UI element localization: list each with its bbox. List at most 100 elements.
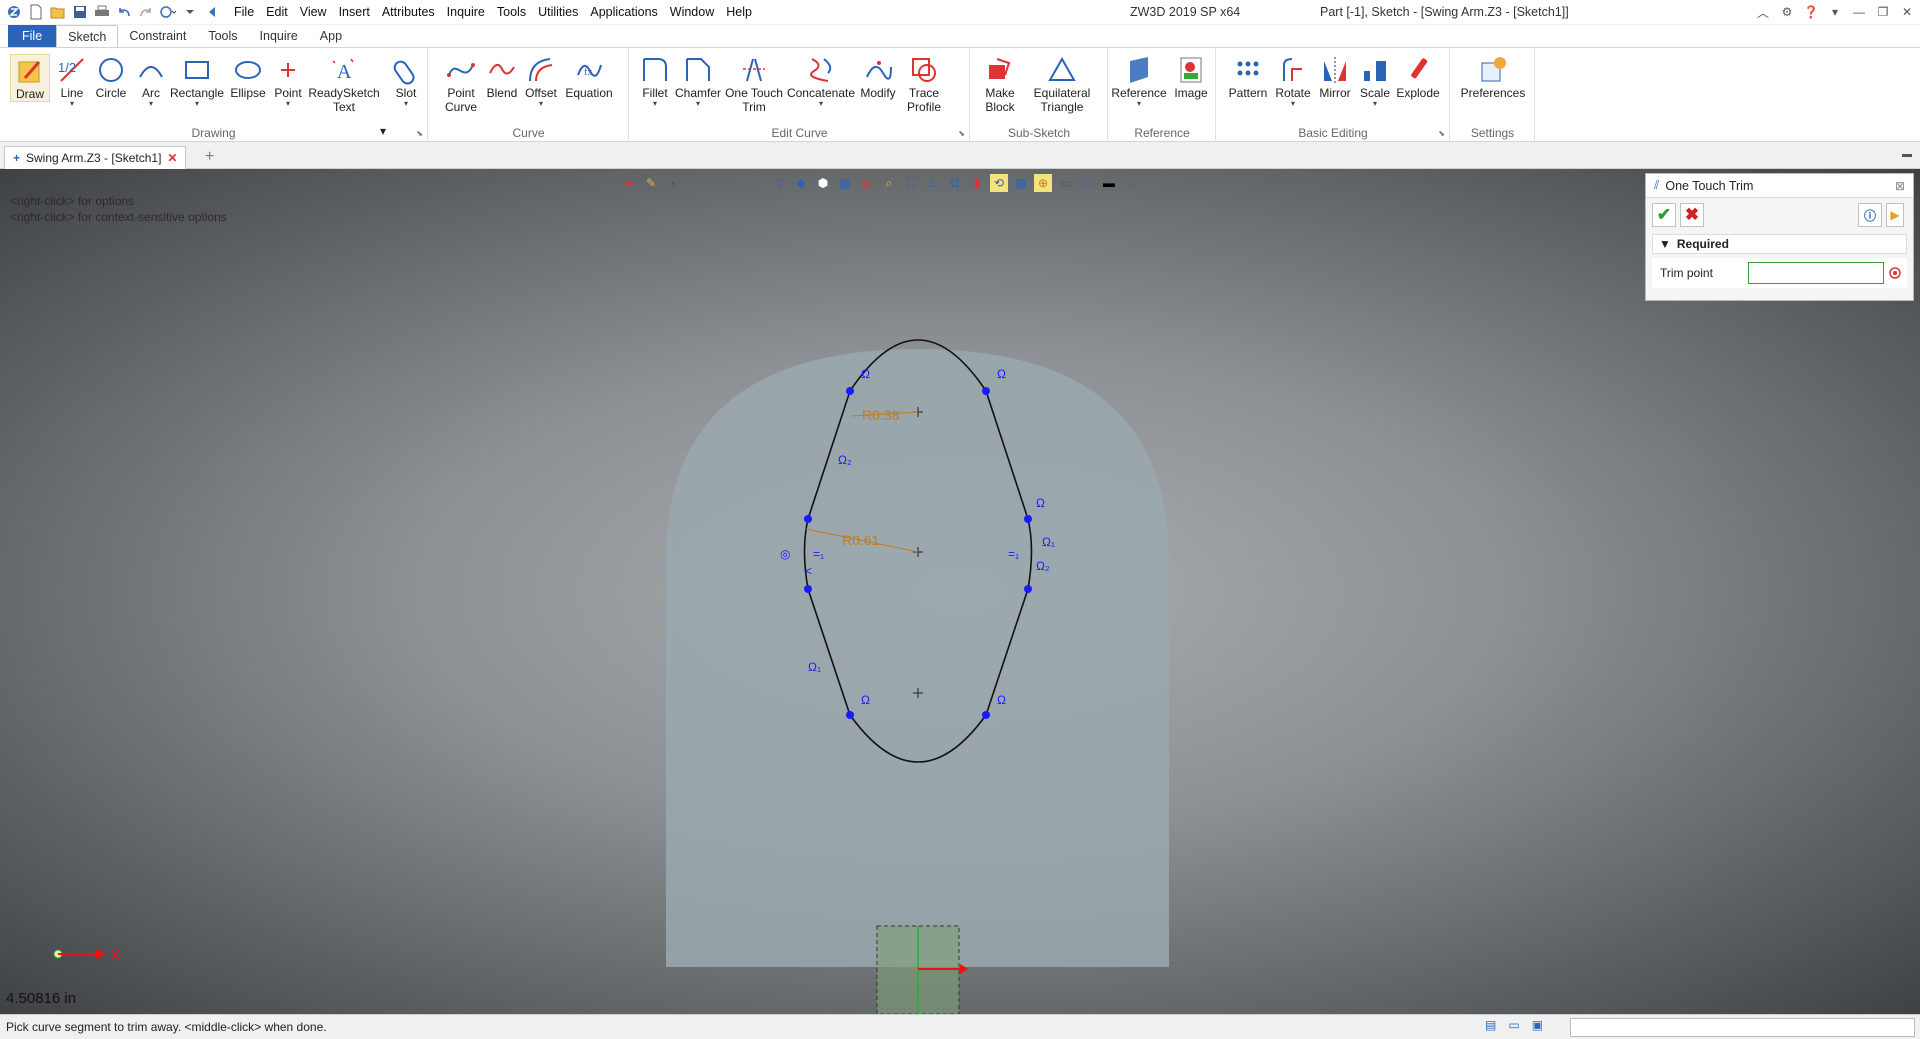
repeat-command-icon[interactable]	[158, 2, 178, 22]
panel-close-icon[interactable]: ⊠	[1895, 179, 1905, 193]
offset-dropdown-icon[interactable]: ▾	[539, 100, 543, 108]
drawing-dialog-launcher-icon[interactable]: ⬊	[416, 129, 423, 138]
print-icon[interactable]	[92, 2, 112, 22]
graphics-viewport[interactable]: <right-click> for options <right-click> …	[0, 169, 1920, 1014]
constraint-display-icon[interactable]: Ω	[946, 174, 964, 192]
scale-dropdown-icon[interactable]: ▾	[1373, 100, 1377, 108]
fit-view-icon[interactable]: ⛶	[902, 174, 920, 192]
explode-button[interactable]: Explode	[1396, 54, 1440, 100]
menu-help[interactable]: Help	[720, 0, 758, 24]
menu-insert[interactable]: Insert	[333, 0, 376, 24]
one-touch-trim-button[interactable]: One Touch Trim	[724, 54, 784, 114]
restore-icon[interactable]: ❐	[1876, 5, 1890, 19]
redo-icon[interactable]	[136, 2, 156, 22]
trim-point-input[interactable]	[1748, 262, 1884, 284]
collapse-ribbon-icon[interactable]: ︿	[1756, 5, 1770, 20]
rectangle-dropdown-icon[interactable]: ▾	[195, 100, 199, 108]
concatenate-button[interactable]: Concatenate ▾	[787, 54, 855, 108]
grid-icon[interactable]: ▩	[1012, 174, 1030, 192]
basic-editing-dialog-launcher-icon[interactable]: ⬊	[1438, 129, 1445, 138]
tab-tools[interactable]: Tools	[197, 25, 248, 47]
orbit-icon[interactable]: ◌	[1122, 174, 1140, 192]
light-icon[interactable]: ☼	[1078, 174, 1096, 192]
chamfer-dropdown-icon[interactable]: ▾	[696, 100, 700, 108]
tab-sketch[interactable]: Sketch	[56, 25, 119, 47]
info-button[interactable]: ⓘ	[1858, 203, 1882, 227]
mirror-button[interactable]: Mirror	[1315, 54, 1355, 100]
circle-button[interactable]: Circle	[93, 54, 129, 100]
color-bar-icon[interactable]: ▮	[968, 174, 986, 192]
reference-button[interactable]: Reference ▾	[1111, 54, 1167, 108]
sketch-settings-icon[interactable]: ▪	[664, 174, 682, 192]
required-section-header[interactable]: ▼ Required	[1652, 234, 1907, 254]
exit-sketch-icon[interactable]: ➥	[620, 174, 638, 192]
display-mode-icon[interactable]: ▦	[836, 174, 854, 192]
zoom-icon[interactable]: ⌕	[880, 174, 898, 192]
fillet-button[interactable]: Fillet ▾	[638, 54, 672, 108]
trace-profile-button[interactable]: Trace Profile	[902, 54, 946, 114]
slot-dropdown-icon[interactable]: ▾	[404, 100, 408, 108]
align-view-icon[interactable]: ⊥	[924, 174, 942, 192]
dimension-r061[interactable]: R0.61	[842, 532, 880, 548]
arc-dropdown-icon[interactable]: ▾	[149, 100, 153, 108]
line-button[interactable]: 1/2 Line ▾	[55, 54, 89, 108]
modify-button[interactable]: Modify	[858, 54, 898, 100]
image-button[interactable]: Image	[1171, 54, 1211, 100]
tab-app[interactable]: App	[309, 25, 353, 47]
filter-icon[interactable]: ▽	[770, 174, 788, 192]
blend-button[interactable]: Blend	[485, 54, 519, 100]
settings-gear-icon[interactable]: ⚙	[1780, 5, 1794, 19]
open-folder-icon[interactable]	[48, 2, 68, 22]
menu-view[interactable]: View	[294, 0, 333, 24]
equation-button[interactable]: fx Equation	[563, 54, 615, 100]
scale-button[interactable]: Scale ▾	[1357, 54, 1393, 108]
shaded-view-icon[interactable]: ⬢	[814, 174, 832, 192]
status-window-icon[interactable]: ▣	[1532, 1018, 1543, 1032]
new-tab-icon[interactable]: +	[205, 148, 214, 166]
line-style-icon[interactable]: ▬	[1100, 174, 1118, 192]
equilateral-triangle-button[interactable]: Equilateral Triangle	[1027, 54, 1097, 114]
slot-button[interactable]: Slot ▾	[390, 54, 422, 108]
reference-dropdown-icon[interactable]: ▾	[1137, 100, 1141, 108]
point-dropdown-icon[interactable]: ▾	[286, 100, 290, 108]
status-layout-icon[interactable]: ▤	[1485, 1018, 1496, 1032]
undo-icon[interactable]	[114, 2, 134, 22]
rotate-dropdown-icon[interactable]: ▾	[1291, 100, 1295, 108]
readysketch-text-button[interactable]: A ReadySketch Text	[308, 54, 380, 114]
ellipse-button[interactable]: Ellipse	[228, 54, 268, 100]
help-panel-button[interactable]: ▶	[1886, 203, 1904, 227]
back-arrow-icon[interactable]	[202, 2, 222, 22]
offset-button[interactable]: Offset ▾	[523, 54, 559, 108]
menu-tools[interactable]: Tools	[491, 0, 532, 24]
tab-list-dropdown-icon[interactable]: ▬	[1902, 149, 1912, 160]
snap-toggle-icon[interactable]: ⟲	[990, 174, 1008, 192]
tab-file[interactable]: File	[8, 25, 57, 47]
make-block-button[interactable]: Make Block	[981, 54, 1019, 114]
line-dropdown-icon[interactable]: ▾	[70, 100, 74, 108]
concatenate-dropdown-icon[interactable]: ▾	[819, 100, 823, 108]
fillet-dropdown-icon[interactable]: ▾	[653, 100, 657, 108]
confirm-button[interactable]: ✔	[1652, 203, 1676, 227]
menu-edit[interactable]: Edit	[260, 0, 294, 24]
menu-applications[interactable]: Applications	[584, 0, 663, 24]
preferences-button[interactable]: Preferences	[1457, 54, 1529, 100]
document-tab[interactable]: + Swing Arm.Z3 - [Sketch1] ✕	[4, 146, 187, 169]
dimension-r038[interactable]: R0.38	[862, 407, 900, 423]
help-dropdown-icon[interactable]: ▾	[1828, 5, 1842, 19]
point-curve-button[interactable]: Point Curve	[443, 54, 479, 114]
menu-file[interactable]: File	[228, 0, 260, 24]
point-button[interactable]: Point ▾	[272, 54, 304, 108]
minimize-icon[interactable]: —	[1852, 5, 1866, 19]
status-display-icon[interactable]: ▭	[1508, 1018, 1519, 1032]
monitor-icon[interactable]: ▭	[1056, 174, 1074, 192]
customize-quick-access-icon[interactable]	[180, 2, 200, 22]
view-cube-icon[interactable]: ◆	[792, 174, 810, 192]
help-icon[interactable]: ❓	[1804, 5, 1819, 19]
draw-button[interactable]: Draw	[10, 54, 50, 102]
edit-curve-dialog-launcher-icon[interactable]: ⬊	[958, 129, 965, 138]
target-icon[interactable]: ⊕	[1034, 174, 1052, 192]
sketch-brush-icon[interactable]: ✎	[642, 174, 660, 192]
arc-button[interactable]: Arc ▾	[136, 54, 166, 108]
app-logo-icon[interactable]	[4, 2, 24, 22]
cancel-button[interactable]: ✖	[1680, 203, 1704, 227]
